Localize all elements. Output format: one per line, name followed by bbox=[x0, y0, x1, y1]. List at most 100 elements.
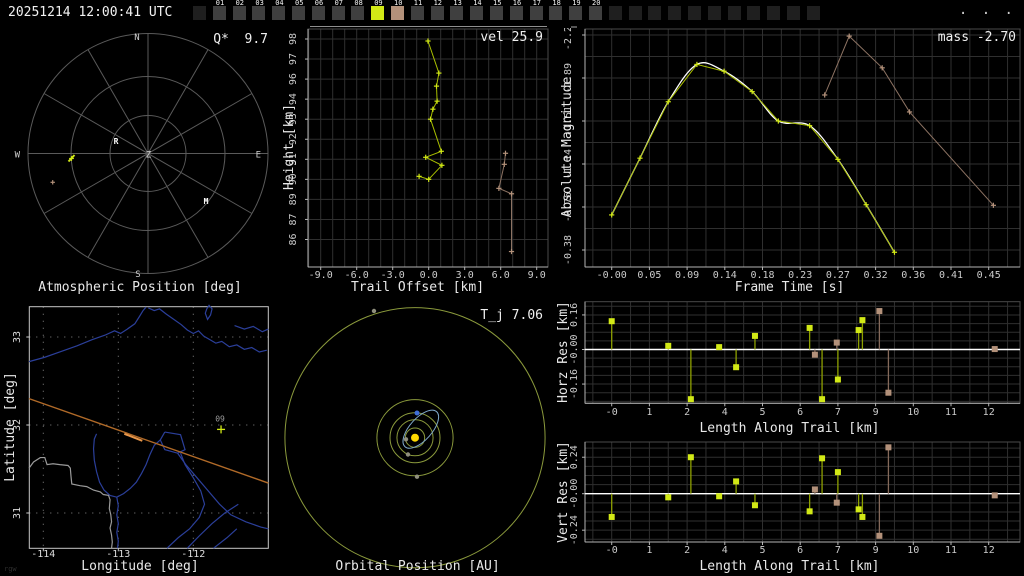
svg-text:0.23: 0.23 bbox=[788, 270, 812, 281]
svg-text:0.09: 0.09 bbox=[675, 270, 699, 281]
svg-text:89: 89 bbox=[288, 193, 299, 205]
svg-text:6: 6 bbox=[797, 545, 803, 556]
frame-thumbnail-19[interactable] bbox=[569, 6, 583, 20]
svg-text:96: 96 bbox=[288, 73, 299, 85]
svg-text:32: 32 bbox=[12, 419, 23, 431]
frame-thumbnail-blank[interactable] bbox=[628, 6, 642, 20]
svg-text:-0.16: -0.16 bbox=[569, 369, 580, 399]
svg-text:5: 5 bbox=[759, 545, 765, 556]
frame-thumbnail-18[interactable] bbox=[549, 6, 563, 20]
frame-thumbnail-blank[interactable] bbox=[668, 6, 682, 20]
light-curve-series-station-1 bbox=[609, 61, 898, 255]
svg-text:9: 9 bbox=[873, 545, 879, 556]
svg-text:-1.14: -1.14 bbox=[563, 149, 574, 179]
frame-thumbnail-14[interactable] bbox=[470, 6, 484, 20]
frame-thumbnail-03[interactable] bbox=[252, 6, 266, 20]
orbital-position-chart bbox=[284, 307, 546, 569]
svg-text:-9.0: -9.0 bbox=[309, 270, 333, 281]
svg-text:2: 2 bbox=[684, 545, 690, 556]
frame-thumbnail-blank[interactable] bbox=[193, 6, 206, 20]
svg-text:3.0: 3.0 bbox=[456, 270, 474, 281]
frame-thumbnail-15[interactable] bbox=[490, 6, 503, 20]
svg-text:31: 31 bbox=[12, 507, 23, 519]
frame-thumbnail-blank[interactable] bbox=[767, 6, 781, 20]
svg-text:S: S bbox=[135, 270, 140, 280]
svg-text:0.14: 0.14 bbox=[713, 270, 737, 281]
frame-thumbnail-blank[interactable] bbox=[688, 6, 701, 20]
svg-text:-2.27: -2.27 bbox=[563, 28, 574, 50]
frame-thumbnail-blank[interactable] bbox=[648, 6, 662, 20]
frame-thumbnail-09[interactable] bbox=[371, 6, 385, 20]
top-bar: 20251214 12:00:41 UTC 01 02 03 04 05 06 07 08 09… bbox=[0, 0, 1024, 28]
svg-text:-0: -0 bbox=[606, 407, 618, 418]
svg-text:Z: Z bbox=[146, 151, 152, 161]
frame-thumbnail-13[interactable] bbox=[450, 6, 464, 20]
svg-text:0.41: 0.41 bbox=[939, 270, 963, 281]
frame-thumbnail-07[interactable] bbox=[331, 6, 345, 20]
frame-strip-scrollbar[interactable] bbox=[310, 26, 547, 27]
svg-text:-6.0: -6.0 bbox=[345, 270, 369, 281]
svg-text:4: 4 bbox=[722, 545, 728, 556]
svg-text:7: 7 bbox=[835, 545, 841, 556]
svg-text:33: 33 bbox=[12, 331, 23, 343]
svg-text:R: R bbox=[114, 137, 119, 146]
frame-thumbnail-01[interactable] bbox=[212, 6, 226, 20]
svg-text:M: M bbox=[204, 197, 209, 206]
ground-track-map: -114 -113 -112 33 32 31 09 bbox=[12, 304, 269, 560]
svg-text:4: 4 bbox=[722, 407, 728, 418]
frame-thumbnail-12[interactable] bbox=[430, 6, 444, 20]
svg-text:-3.0: -3.0 bbox=[381, 270, 405, 281]
frame-thumbnail-blank[interactable] bbox=[727, 6, 741, 20]
svg-text:-0.76: -0.76 bbox=[563, 192, 574, 222]
svg-text:87: 87 bbox=[288, 213, 299, 225]
svg-text:-1.89: -1.89 bbox=[563, 63, 574, 93]
frame-thumbnail-16[interactable] bbox=[509, 6, 523, 20]
frame-thumbnail-05[interactable] bbox=[292, 6, 305, 20]
svg-text:-114: -114 bbox=[31, 549, 55, 560]
svg-text:97: 97 bbox=[288, 53, 299, 65]
svg-text:9: 9 bbox=[873, 407, 879, 418]
frame-thumbnail-06[interactable] bbox=[311, 6, 325, 20]
svg-text:W: W bbox=[15, 151, 21, 161]
svg-text:92: 92 bbox=[288, 133, 299, 145]
planet-jupiter bbox=[371, 308, 377, 314]
frame-thumbnail-20[interactable] bbox=[589, 6, 602, 20]
frame-thumbnail-blank[interactable] bbox=[707, 6, 721, 20]
frame-thumbnail-blank[interactable] bbox=[787, 6, 800, 20]
frame-thumbnail-blank[interactable] bbox=[608, 6, 622, 20]
horizontal-residuals-series-station-1 bbox=[608, 317, 866, 403]
svg-text:12: 12 bbox=[983, 545, 995, 556]
svg-text:1: 1 bbox=[646, 545, 652, 556]
frame-thumbnail-04[interactable] bbox=[272, 6, 286, 20]
map-event-marker: 09 bbox=[215, 414, 226, 434]
svg-text:0.18: 0.18 bbox=[750, 270, 774, 281]
svg-text:0.27: 0.27 bbox=[826, 270, 850, 281]
meteor-analysis-dashboard: { "top_bar": { "timestamp": "20251214 12… bbox=[0, 0, 1024, 576]
planet-earth bbox=[414, 410, 420, 416]
timestamp: 20251214 12:00:41 UTC bbox=[8, 5, 173, 20]
frame-thumbnail-blank[interactable] bbox=[747, 6, 761, 20]
frame-thumbnail-10[interactable] bbox=[391, 6, 404, 20]
svg-text:10: 10 bbox=[907, 407, 919, 418]
svg-text:10: 10 bbox=[907, 545, 919, 556]
svg-text:11: 11 bbox=[945, 407, 957, 418]
frame-thumbnail-17[interactable] bbox=[529, 6, 543, 20]
svg-text:6: 6 bbox=[797, 407, 803, 418]
polar-detections bbox=[50, 154, 76, 185]
frame-thumbnail-11[interactable] bbox=[410, 6, 424, 20]
svg-text:91: 91 bbox=[288, 153, 299, 165]
planet-venus bbox=[405, 452, 411, 457]
svg-text:0.32: 0.32 bbox=[864, 270, 888, 281]
svg-text:N: N bbox=[134, 33, 139, 43]
map-trajectory bbox=[28, 397, 269, 484]
frame-thumbnail-blank[interactable] bbox=[806, 6, 820, 20]
overflow-menu-button[interactable]: . . . bbox=[959, 2, 1016, 18]
light-curve-chart: -0.00 0.05 0.09 0.14 0.18 0.23 0.27 0.32 0.36 0.4… bbox=[563, 28, 1021, 281]
svg-text:7: 7 bbox=[835, 407, 841, 418]
svg-text:-112: -112 bbox=[181, 549, 205, 560]
svg-text:90: 90 bbox=[288, 173, 299, 185]
frame-thumbnail-08[interactable] bbox=[351, 6, 365, 20]
svg-text:-0.38: -0.38 bbox=[563, 235, 574, 265]
planet-mars bbox=[414, 474, 420, 479]
frame-thumbnail-02[interactable] bbox=[232, 6, 246, 20]
